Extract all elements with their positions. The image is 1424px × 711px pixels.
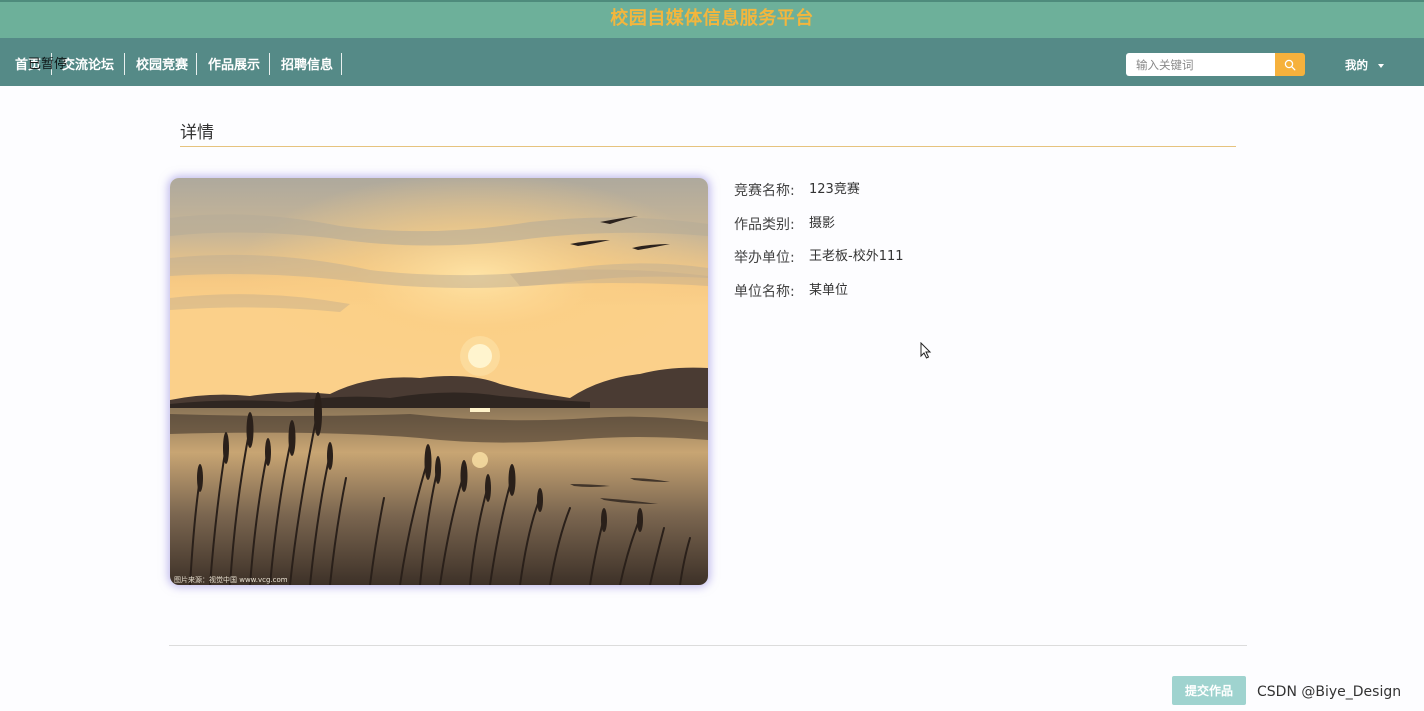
nav-divider	[341, 53, 342, 75]
watermark: CSDN @Biye_Design	[1257, 684, 1402, 700]
submit-work-button[interactable]: 提交作品	[1172, 676, 1246, 705]
user-menu-dropdown[interactable]: 我的	[1345, 57, 1384, 73]
field-label: 作品类别:	[734, 217, 795, 233]
field-label: 单位名称:	[734, 284, 795, 300]
mouse-cursor-icon	[920, 342, 932, 359]
field-value: 王老板-校外111	[809, 249, 904, 264]
nav-item-forum[interactable]: 交流论坛	[62, 54, 114, 73]
field-value: 摄影	[809, 216, 836, 231]
field-value: 123竞赛	[809, 182, 860, 197]
detail-row-organizer: 举办单位: 王老板-校外111	[734, 247, 904, 267]
work-image: 图片来源：视觉中国 www.vcg.com	[170, 178, 708, 585]
detail-row-work-category: 作品类别: 摄影	[734, 214, 835, 234]
caret-down-icon	[1378, 64, 1384, 68]
search-icon	[1284, 59, 1296, 70]
detail-row-competition-name: 竞赛名称: 123竞赛	[734, 180, 860, 200]
search-input[interactable]	[1126, 53, 1275, 76]
nav-divider	[196, 53, 197, 75]
nav-divider	[124, 53, 125, 75]
detail-row-unit-name: 单位名称: 某单位	[734, 281, 848, 301]
nav-divider	[269, 53, 270, 75]
field-label: 举办单位:	[734, 250, 795, 266]
site-title: 校园自媒体信息服务平台	[610, 8, 814, 29]
nav-item-jobs[interactable]: 招聘信息	[281, 54, 333, 73]
field-label: 竞赛名称:	[734, 183, 795, 199]
footer-divider	[169, 645, 1247, 646]
user-menu-label: 我的	[1345, 58, 1368, 72]
paused-overlay-text: 已暂停	[28, 57, 68, 72]
section-divider	[180, 146, 1236, 147]
main-nav: 首页 交流论坛 校园竞赛 作品展示 招聘信息 已暂停 我的	[0, 38, 1424, 86]
image-caption: 图片来源：视觉中国 www.vcg.com	[174, 575, 288, 584]
nav-item-works[interactable]: 作品展示	[208, 54, 260, 73]
section-title: 详情	[180, 123, 214, 143]
field-value: 某单位	[809, 283, 849, 298]
nav-item-competition[interactable]: 校园竞赛	[136, 54, 188, 73]
top-banner: 校园自媒体信息服务平台	[0, 0, 1424, 38]
search-button[interactable]	[1275, 53, 1305, 76]
